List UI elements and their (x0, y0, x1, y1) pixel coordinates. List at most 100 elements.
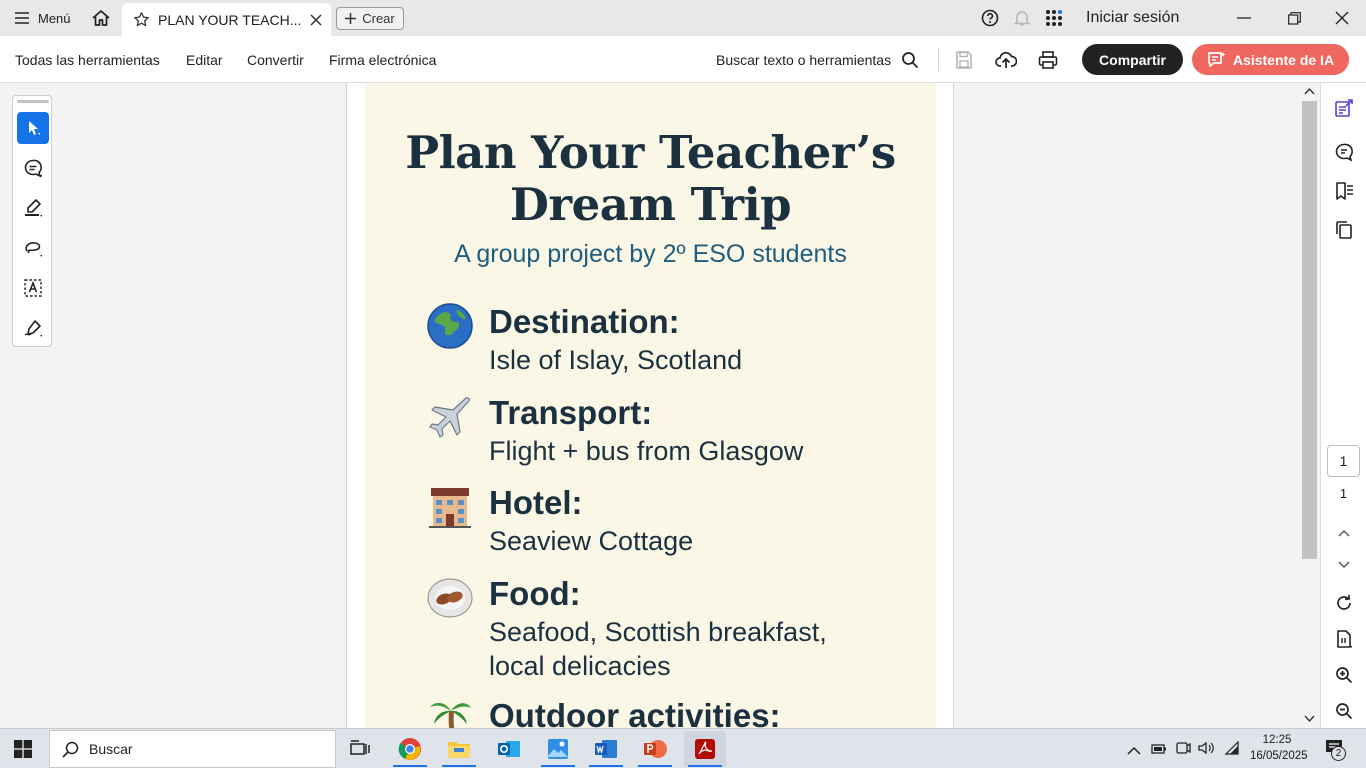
section-food-value: Seafood, Scottish breakfast, local delic… (489, 615, 827, 683)
text-box-icon (24, 279, 42, 297)
word-app[interactable] (585, 731, 627, 767)
text-tool-button[interactable] (17, 272, 49, 304)
photos-app[interactable] (537, 731, 579, 767)
fit-page-icon (1337, 630, 1352, 648)
rotate-button[interactable] (1332, 591, 1356, 615)
menu-e-signature[interactable]: Firma electrónica (329, 36, 436, 83)
refresh-rotate-icon (1337, 595, 1351, 610)
chrome-app[interactable] (389, 731, 431, 767)
section-food-heading: Food: (489, 575, 581, 612)
vertical-scrollbar[interactable] (1301, 83, 1318, 728)
create-button[interactable]: Crear (336, 7, 404, 30)
home-icon (92, 10, 110, 26)
comments-panel-button[interactable] (1332, 140, 1356, 164)
previous-page-button[interactable] (1332, 521, 1356, 545)
zoom-in-button[interactable] (1332, 663, 1356, 687)
right-panel-rail: 1 1 (1320, 83, 1366, 728)
chevron-up-icon (1338, 529, 1350, 537)
camera-icon (1176, 742, 1191, 754)
scroll-up-icon[interactable] (1304, 87, 1315, 95)
search-tools-button[interactable]: Buscar texto o herramientas (716, 36, 919, 83)
notifications-button[interactable] (1012, 0, 1032, 36)
windows-taskbar: Buscar 12:25 16/05/2025 2 (0, 728, 1366, 768)
search-tools-label: Buscar texto o herramientas (716, 51, 892, 68)
page-fit-button[interactable] (1332, 627, 1356, 651)
select-tool-button[interactable] (17, 112, 49, 144)
show-hidden-icons-button[interactable] (1127, 742, 1141, 760)
task-view-button[interactable] (339, 731, 381, 767)
start-button[interactable] (14, 740, 32, 763)
upload-button[interactable] (995, 36, 1017, 83)
clock[interactable]: 12:25 16/05/2025 (1250, 732, 1308, 764)
section-outdoor-heading: Outdoor activities: (489, 697, 781, 728)
poster-subtitle: A group project by 2º ESO students (454, 240, 847, 268)
sign-tool-button[interactable] (17, 312, 49, 344)
pages-panel-button[interactable] (1332, 218, 1356, 242)
comment-tool-button[interactable] (17, 152, 49, 184)
network-status[interactable] (1224, 740, 1240, 760)
acrobat-app[interactable] (684, 731, 726, 767)
powerpoint-active-indicator (638, 765, 672, 767)
highlighter-icon (25, 199, 42, 217)
print-button[interactable] (1038, 36, 1058, 83)
share-button[interactable]: Compartir (1082, 44, 1183, 75)
bookmarks-panel-button[interactable] (1332, 179, 1356, 203)
freehand-draw-icon (25, 242, 42, 257)
next-page-button[interactable] (1332, 553, 1356, 577)
battery-status[interactable] (1151, 742, 1167, 760)
apps-button[interactable] (1044, 0, 1064, 36)
chevron-up-icon (1127, 746, 1141, 755)
meet-now-status[interactable] (1175, 741, 1191, 760)
windows-logo-icon (14, 740, 32, 758)
section-hotel-value: Seaview Cottage (489, 526, 694, 556)
restore-button[interactable] (1286, 0, 1302, 36)
star-icon[interactable] (133, 11, 150, 28)
restore-icon (1287, 11, 1301, 25)
file-explorer-app[interactable] (438, 731, 480, 767)
powerpoint-app[interactable] (634, 731, 676, 767)
minimize-button[interactable] (1236, 0, 1252, 36)
taskbar-search[interactable]: Buscar (49, 730, 336, 768)
outlook-icon (498, 741, 520, 757)
page-number-input[interactable]: 1 (1327, 445, 1360, 477)
plus-icon (345, 13, 357, 24)
scrollbar-thumb[interactable] (1302, 101, 1317, 559)
zoom-out-button[interactable] (1332, 699, 1356, 723)
poster-title-line-2: Dream Trip (509, 178, 792, 231)
draw-tool-button[interactable] (17, 232, 49, 264)
rail-drag-handle[interactable] (17, 100, 49, 103)
close-tab-icon[interactable] (310, 13, 322, 26)
document-viewport[interactable]: Plan Your Teacher’s Dream Trip A group p… (0, 83, 1320, 728)
edit-panel-button[interactable] (1332, 96, 1356, 120)
printer-icon (1038, 50, 1058, 69)
chrome-active-indicator (393, 765, 427, 767)
section-food-value-line-1: Seafood, Scottish breakfast, (489, 617, 827, 647)
menu-all-tools[interactable]: Todas las herramientas (15, 36, 160, 83)
edit-pdf-icon (1335, 99, 1353, 117)
task-view-icon (350, 740, 370, 755)
cloud-upload-icon (995, 51, 1017, 68)
signin-button[interactable]: Iniciar sesión (1086, 0, 1179, 36)
menu-button[interactable]: Menú (14, 0, 71, 36)
menu-convert[interactable]: Convertir (247, 36, 304, 83)
ai-assistant-label: Asistente de IA (1232, 51, 1335, 68)
outlook-app[interactable] (488, 731, 530, 767)
save-button[interactable] (954, 36, 974, 83)
tab-title: PLAN YOUR TEACH... (158, 11, 302, 28)
close-window-button[interactable] (1334, 0, 1350, 36)
home-button[interactable] (90, 0, 112, 36)
help-button[interactable] (980, 0, 1000, 36)
menu-edit[interactable]: Editar (186, 36, 223, 83)
scroll-down-icon[interactable] (1304, 715, 1315, 723)
volume-status[interactable] (1198, 741, 1214, 760)
word-active-indicator (589, 765, 623, 767)
document-tab[interactable]: PLAN YOUR TEACH... (122, 3, 331, 36)
notification-center-button[interactable]: 2 (1324, 738, 1346, 765)
bell-icon (1013, 11, 1031, 26)
highlight-tool-button[interactable] (17, 192, 49, 224)
zoom-out-icon (1336, 703, 1353, 720)
ai-assistant-button[interactable]: Asistente de IA (1192, 44, 1349, 75)
taskbar-search-placeholder: Buscar (89, 741, 133, 757)
explorer-active-indicator (442, 765, 476, 767)
wifi-icon (1224, 740, 1239, 755)
